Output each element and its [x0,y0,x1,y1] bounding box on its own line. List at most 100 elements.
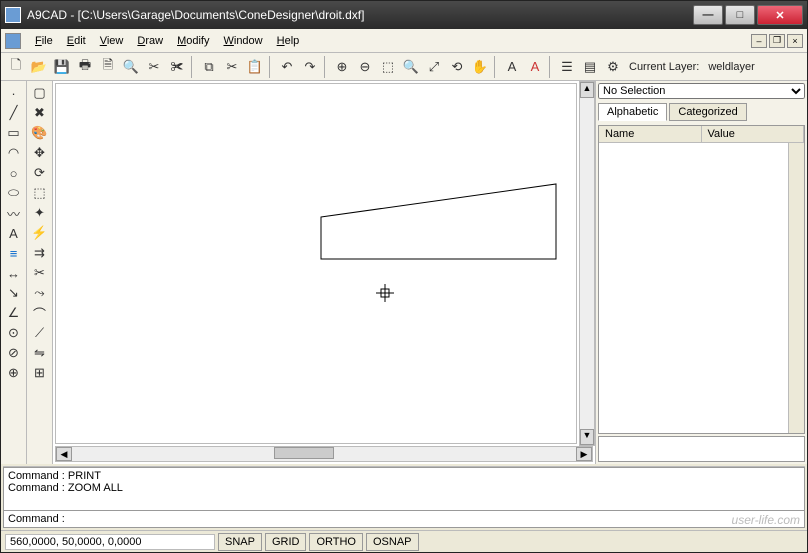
angle-dim-button[interactable]: ∠ [3,303,25,323]
zoom-out-button[interactable]: ⊖ [354,56,376,78]
ortho-toggle[interactable]: ORTHO [309,533,363,551]
erase-button[interactable]: ✖ [29,103,51,123]
copy-button[interactable]: ⧉ [198,56,220,78]
pan-button[interactable]: ✋ [469,56,491,78]
polyline-button[interactable]: 〰 [3,203,25,223]
print-preview-button[interactable]: 🗎 [97,56,119,78]
scroll-up-icon[interactable]: ▲ [580,82,594,98]
osnap-toggle[interactable]: OSNAP [366,533,419,551]
point-button[interactable]: · [3,83,25,103]
layer-value: weldlayer [704,61,758,73]
zoom-all-button[interactable]: 🔍 [400,56,422,78]
snap-toggle[interactable]: SNAP [218,533,262,551]
menu-view[interactable]: View [94,33,130,49]
circle-button[interactable]: ○ [3,163,25,183]
color-button[interactable]: 🎨 [29,123,51,143]
select-button[interactable]: ▢ [29,83,51,103]
separator [324,56,328,78]
tab-alphabetic[interactable]: Alphabetic [598,103,667,121]
separator [269,56,273,78]
rectangle-button[interactable]: ▭ [3,123,25,143]
leader-button[interactable]: ↘ [3,283,25,303]
find-button[interactable]: 🔍 [120,56,142,78]
mdi-restore-button[interactable]: ❐ [769,34,785,48]
tab-categorized[interactable]: Categorized [669,103,746,121]
command-area: Command : PRINT Command : ZOOM ALL Comma… [3,466,805,528]
array-button[interactable]: ⊞ [29,363,51,383]
modify-toolbar: ▢ ✖ 🎨 ✥ ⟳ ⬚ ✦ ⚡ ⇉ ✂ ⤳ ⌒ ⟋ ⇋ ⊞ [27,81,53,464]
scroll-thumb[interactable] [274,447,334,459]
radius-dim-button[interactable]: ⊙ [3,323,25,343]
command-log: Command : PRINT Command : ZOOM ALL [3,467,805,511]
scale-button[interactable]: ⬚ [29,183,51,203]
zoom-window-button[interactable]: ⬚ [377,56,399,78]
canvas-hscrollbar[interactable]: ◀ ▶ [55,446,593,462]
arc-button[interactable]: ◠ [3,143,25,163]
maximize-button[interactable]: □ [725,5,755,25]
dim-style-button[interactable]: A [524,56,546,78]
scroll-down-icon[interactable]: ▼ [580,429,594,445]
mdi-minimize-button[interactable]: – [751,34,767,48]
scroll-right-icon[interactable]: ▶ [576,447,592,461]
props-vscrollbar[interactable] [788,143,804,433]
command-prompt: Command : [8,513,65,525]
dimension-button[interactable]: ↔ [3,263,25,283]
break-button[interactable]: ⚡ [29,223,51,243]
ordinate-button[interactable]: ⊕ [3,363,25,383]
cmd-log-line: Command : ZOOM ALL [8,482,800,494]
canvas-vscrollbar[interactable]: ▲ ▼ [579,81,595,446]
open-button[interactable]: 📂 [28,56,50,78]
scroll-left-icon[interactable]: ◀ [56,447,72,461]
main-toolbar: 🗋 📂 💾 🖶 🗎 🔍 ✂ ✀ ⧉ ✂ 📋 ↶ ↷ ⊕ ⊖ ⬚ 🔍 ⤢ ⟲ ✋ … [1,53,807,81]
property-description [598,436,805,462]
chamfer-button[interactable]: ⟋ [29,323,51,343]
menu-draw[interactable]: Draw [131,33,169,49]
properties-panel: No Selection Alphabetic Categorized Name… [595,81,807,464]
trim2-button[interactable]: ✂ [29,263,51,283]
drawing-canvas[interactable] [55,83,577,444]
layer-button[interactable]: ▤ [579,56,601,78]
menu-file[interactable]: File [29,33,59,49]
diameter-dim-button[interactable]: ⊘ [3,343,25,363]
separator [191,56,195,78]
extend-button[interactable]: ⤳ [29,283,51,303]
settings-button[interactable]: ⚙ [602,56,624,78]
redo-button[interactable]: ↷ [299,56,321,78]
close-button[interactable]: ✕ [757,5,803,25]
property-grid: Name Value [598,125,805,434]
move-button[interactable]: ✥ [29,143,51,163]
rotate-button[interactable]: ⟳ [29,163,51,183]
offset-button[interactable]: ⇉ [29,243,51,263]
hatch-button[interactable]: ≡ [3,243,25,263]
menu-window[interactable]: Window [217,33,268,49]
text-button[interactable]: A [3,223,25,243]
properties-button[interactable]: ☰ [556,56,578,78]
fillet-button[interactable]: ⌒ [29,303,51,323]
undo-button[interactable]: ↶ [276,56,298,78]
command-input[interactable] [69,513,800,525]
grid-toggle[interactable]: GRID [265,533,307,551]
zoom-in-button[interactable]: ⊕ [331,56,353,78]
trim-button[interactable]: ✀ [166,56,188,78]
text-style-button[interactable]: A [501,56,523,78]
new-button[interactable]: 🗋 [5,56,27,78]
mdi-close-button[interactable]: × [787,34,803,48]
titlebar: A9CAD - [C:\Users\Garage\Documents\ConeD… [1,1,807,29]
minimize-button[interactable]: — [693,5,723,25]
menu-edit[interactable]: Edit [61,33,92,49]
save-button[interactable]: 💾 [51,56,73,78]
selection-dropdown[interactable]: No Selection [598,83,805,99]
zoom-extents-button[interactable]: ⤢ [423,56,445,78]
cut-button[interactable]: ✂ [221,56,243,78]
zoom-previous-button[interactable]: ⟲ [446,56,468,78]
ellipse-button[interactable]: ⬭ [3,183,25,203]
line-button[interactable]: ╱ [3,103,25,123]
cut-tool-button[interactable]: ✂ [143,56,165,78]
print-button[interactable]: 🖶 [74,56,96,78]
explode-button[interactable]: ✦ [29,203,51,223]
menu-modify[interactable]: Modify [171,33,215,49]
doc-icon [5,33,21,49]
menu-help[interactable]: Help [271,33,306,49]
paste-button[interactable]: 📋 [244,56,266,78]
mirror-button[interactable]: ⇋ [29,343,51,363]
